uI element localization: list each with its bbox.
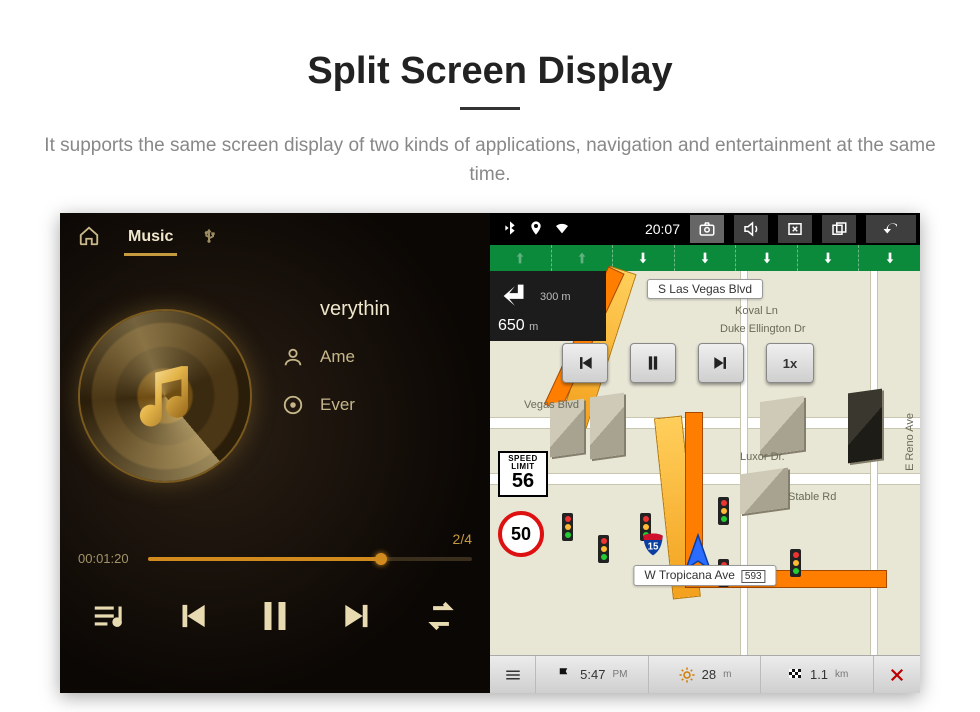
next-button[interactable] — [336, 594, 380, 638]
page-title: Split Screen Display — [0, 18, 980, 93]
lane-guidance — [490, 245, 920, 271]
navigation-panel: 20:07 — [490, 213, 920, 693]
lane-arrow-icon — [675, 245, 737, 271]
map-label: E Reno Ave — [904, 413, 916, 471]
lane-arrow-icon — [552, 245, 614, 271]
sim-speed-button[interactable]: 1x — [766, 343, 814, 383]
home-icon[interactable] — [78, 225, 100, 250]
title-underline — [460, 107, 520, 110]
disc-icon — [282, 394, 304, 416]
prev-button[interactable] — [170, 594, 214, 638]
interstate-shield-icon: 15 — [640, 531, 666, 557]
lane-arrow-icon — [613, 245, 675, 271]
pause-button[interactable] — [253, 594, 297, 638]
track-artist: Ame — [320, 347, 355, 367]
map-label: Duke Ellington Dr — [720, 323, 806, 335]
nav-bottom-bar: 5:47PM 28m 1.1km — [490, 655, 920, 693]
route-simulation-controls: 1x — [562, 343, 814, 383]
nav-close-button[interactable] — [874, 656, 920, 693]
lane-arrow-icon — [736, 245, 798, 271]
elapsed-time: 00:01:20 — [78, 551, 136, 566]
sim-pause-button[interactable] — [630, 343, 676, 383]
traffic-light-icon — [598, 535, 609, 563]
building-icon — [590, 393, 624, 460]
traffic-light-icon — [790, 549, 801, 577]
location-icon — [528, 220, 544, 239]
current-speed: 50 — [498, 511, 544, 557]
turn-instruction: 300 m 650 m — [490, 271, 606, 341]
page-description: It supports the same screen display of t… — [0, 132, 980, 213]
playlist-button[interactable] — [87, 594, 131, 638]
turn-left-icon — [498, 279, 532, 313]
track-title: verythin — [282, 285, 490, 333]
track-counter: 2/4 — [78, 531, 472, 547]
map-label: Stable Rd — [788, 491, 836, 503]
playback-controls — [60, 566, 490, 666]
split-screen-device: Music verythin Ame — [60, 213, 920, 693]
lane-arrow-icon — [859, 245, 920, 271]
traffic-light-icon — [718, 497, 729, 525]
screenshot-button[interactable] — [690, 215, 724, 243]
building-icon — [740, 468, 788, 515]
building-icon — [848, 389, 882, 464]
status-clock: 20:07 — [645, 221, 680, 237]
progress-bar[interactable]: 00:01:20 — [78, 551, 472, 566]
lane-arrow-icon — [798, 245, 860, 271]
map-label: Koval Ln — [735, 305, 778, 317]
recents-button[interactable] — [822, 215, 856, 243]
eta-display[interactable]: 5:47PM — [536, 656, 649, 693]
android-status-bar: 20:07 — [490, 213, 920, 245]
usb-icon[interactable] — [201, 226, 217, 249]
close-app-button[interactable] — [778, 215, 812, 243]
tab-music[interactable]: Music — [128, 228, 173, 246]
volume-button[interactable] — [734, 215, 768, 243]
nav-menu-button[interactable] — [490, 656, 536, 693]
current-street-label: W Tropicana Ave593 — [633, 565, 776, 586]
map-label: Vegas Blvd — [524, 399, 579, 411]
next-street-label: S Las Vegas Blvd — [647, 279, 763, 299]
trip-time-display[interactable]: 28m — [649, 656, 762, 693]
sim-prev-button[interactable] — [562, 343, 608, 383]
trip-distance-display[interactable]: 1.1km — [761, 656, 874, 693]
person-icon — [282, 346, 304, 368]
building-icon — [760, 396, 804, 456]
music-note-icon — [130, 360, 200, 430]
road — [870, 271, 878, 655]
music-topbar: Music — [60, 213, 490, 261]
speed-limit-sign: SPEED LIMIT 56 — [498, 451, 548, 497]
back-button[interactable] — [866, 215, 916, 243]
track-artist-row[interactable]: Ame — [282, 333, 490, 381]
album-disc — [80, 311, 250, 481]
track-info: verythin Ame Ever — [270, 261, 490, 531]
bluetooth-icon — [502, 220, 518, 239]
wifi-icon — [554, 220, 570, 239]
map-label: Luxor Dr. — [740, 451, 785, 463]
track-album: Ever — [320, 395, 355, 415]
road — [490, 473, 920, 485]
lane-arrow-icon — [490, 245, 552, 271]
svg-text:15: 15 — [648, 542, 659, 553]
switch-app-button[interactable] — [419, 594, 463, 638]
track-album-row[interactable]: Ever — [282, 381, 490, 429]
sim-next-button[interactable] — [698, 343, 744, 383]
album-art — [60, 261, 270, 531]
music-panel: Music verythin Ame — [60, 213, 490, 693]
traffic-light-icon — [562, 513, 573, 541]
